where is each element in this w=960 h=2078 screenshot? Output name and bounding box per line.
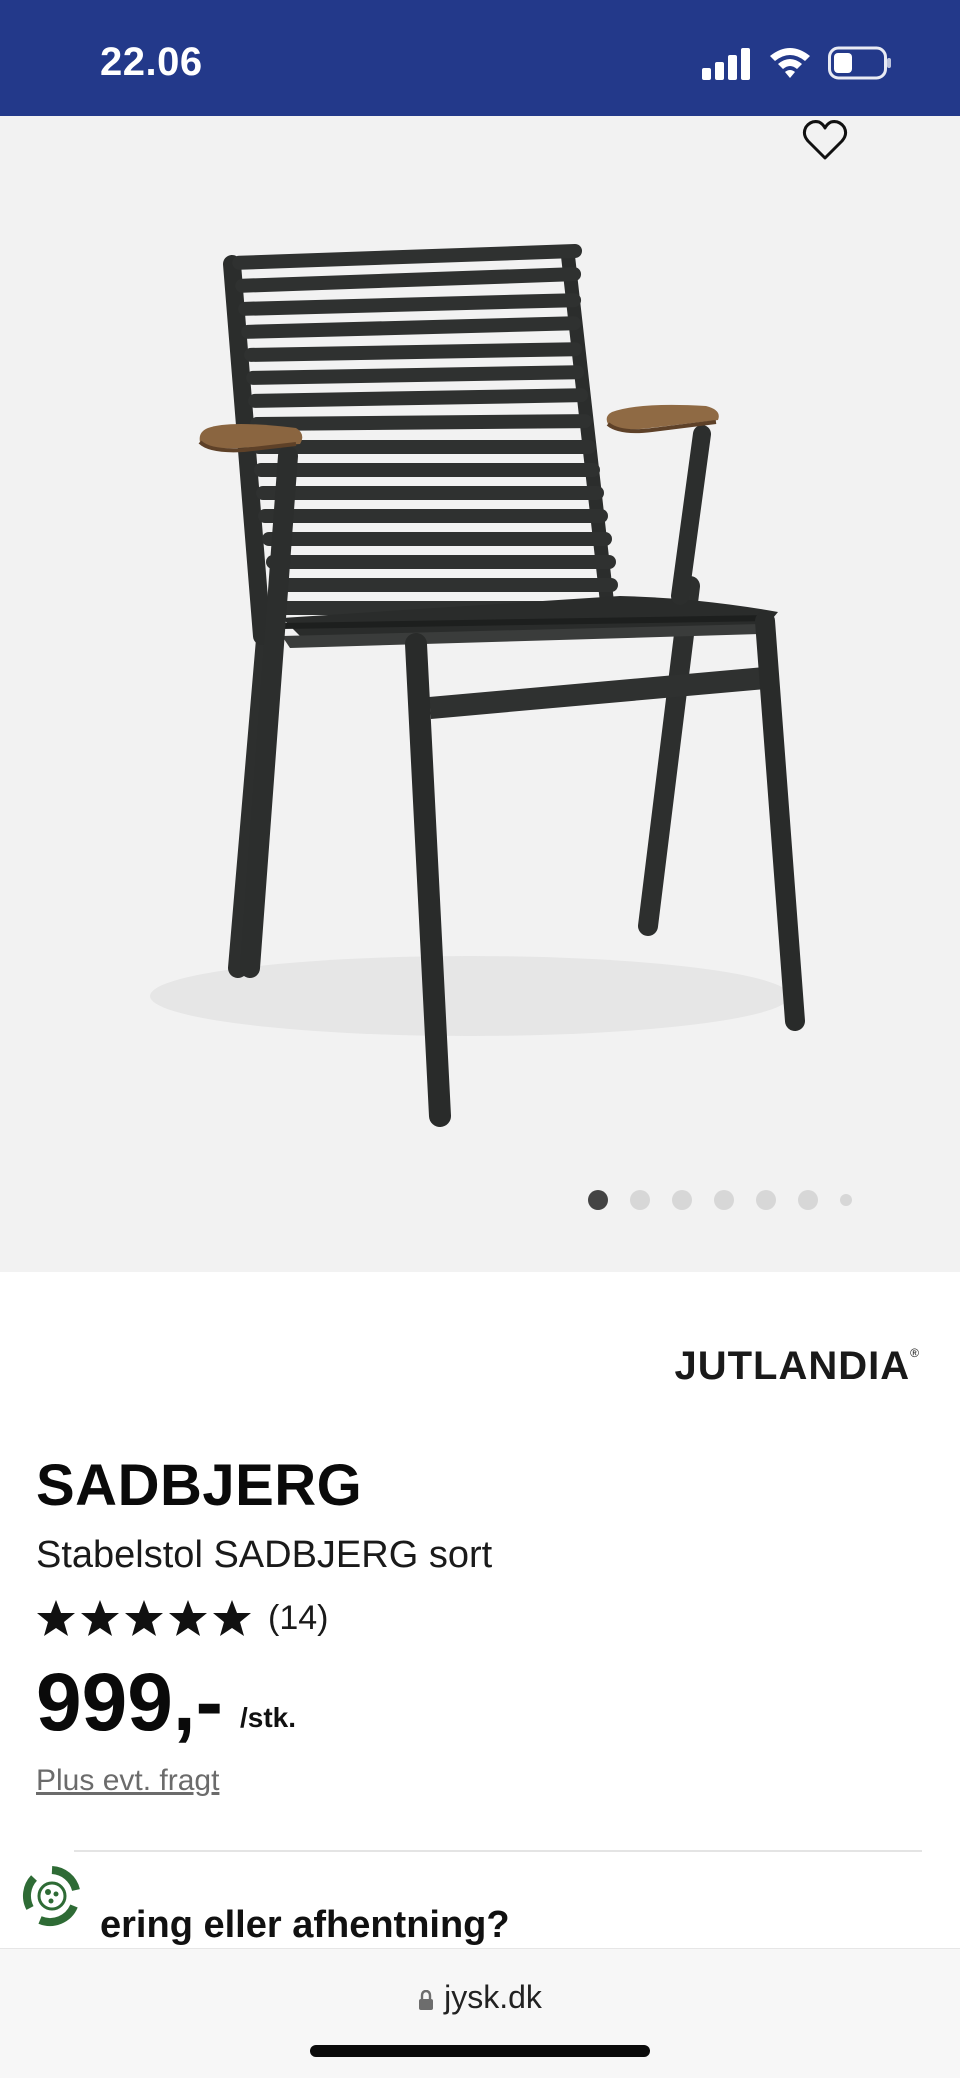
product-subtitle: Stabelstol SADBJERG sort bbox=[36, 1534, 493, 1576]
star-icon bbox=[81, 1600, 119, 1636]
rating-count: (14) bbox=[268, 1598, 329, 1637]
signal-icon bbox=[702, 48, 752, 80]
product-image-gallery[interactable] bbox=[0, 116, 960, 1272]
home-indicator[interactable] bbox=[310, 2045, 650, 2057]
brand-logo[interactable]: JUTLANDIA® bbox=[674, 1344, 920, 1389]
gallery-pagination bbox=[588, 1188, 852, 1212]
heart-icon[interactable] bbox=[800, 116, 850, 166]
wifi-icon bbox=[770, 48, 810, 78]
status-time: 22.06 bbox=[100, 40, 203, 84]
product-image-chair bbox=[150, 244, 805, 1127]
section-divider bbox=[74, 1850, 922, 1852]
battery-icon bbox=[828, 46, 891, 80]
gallery-dot[interactable] bbox=[798, 1190, 818, 1210]
eco-badge-icon[interactable] bbox=[18, 1862, 86, 1930]
price-unit: /stk. bbox=[240, 1702, 297, 1733]
gallery-dot[interactable] bbox=[588, 1190, 608, 1210]
star-icon bbox=[169, 1600, 207, 1636]
gallery-dot[interactable] bbox=[840, 1194, 852, 1206]
url-display[interactable]: jysk.dk bbox=[0, 1979, 960, 2016]
product-rating[interactable]: (14) bbox=[36, 1598, 328, 1638]
shipping-note-link[interactable]: Plus evt. fragt bbox=[36, 1764, 219, 1798]
gallery-dot[interactable] bbox=[630, 1190, 650, 1210]
star-icon bbox=[213, 1600, 251, 1636]
url-text: jysk.dk bbox=[444, 1979, 542, 2015]
brand-name: JUTLANDIA bbox=[674, 1344, 911, 1388]
status-bar: 22.06 bbox=[0, 0, 960, 116]
star-icon bbox=[125, 1600, 163, 1636]
browser-address-bar[interactable]: jysk.dk bbox=[0, 1948, 960, 2078]
product-title: SADBJERG bbox=[36, 1453, 363, 1518]
rating-stars bbox=[36, 1598, 256, 1638]
gallery-dot[interactable] bbox=[714, 1190, 734, 1210]
gallery-dot[interactable] bbox=[672, 1190, 692, 1210]
delivery-heading[interactable]: ering eller afhentning? bbox=[100, 1904, 510, 1947]
brand-registered-mark: ® bbox=[910, 1346, 920, 1360]
product-price: 999,- bbox=[36, 1657, 223, 1748]
star-icon bbox=[37, 1600, 75, 1636]
lock-icon bbox=[419, 1990, 434, 2010]
gallery-dot[interactable] bbox=[756, 1190, 776, 1210]
